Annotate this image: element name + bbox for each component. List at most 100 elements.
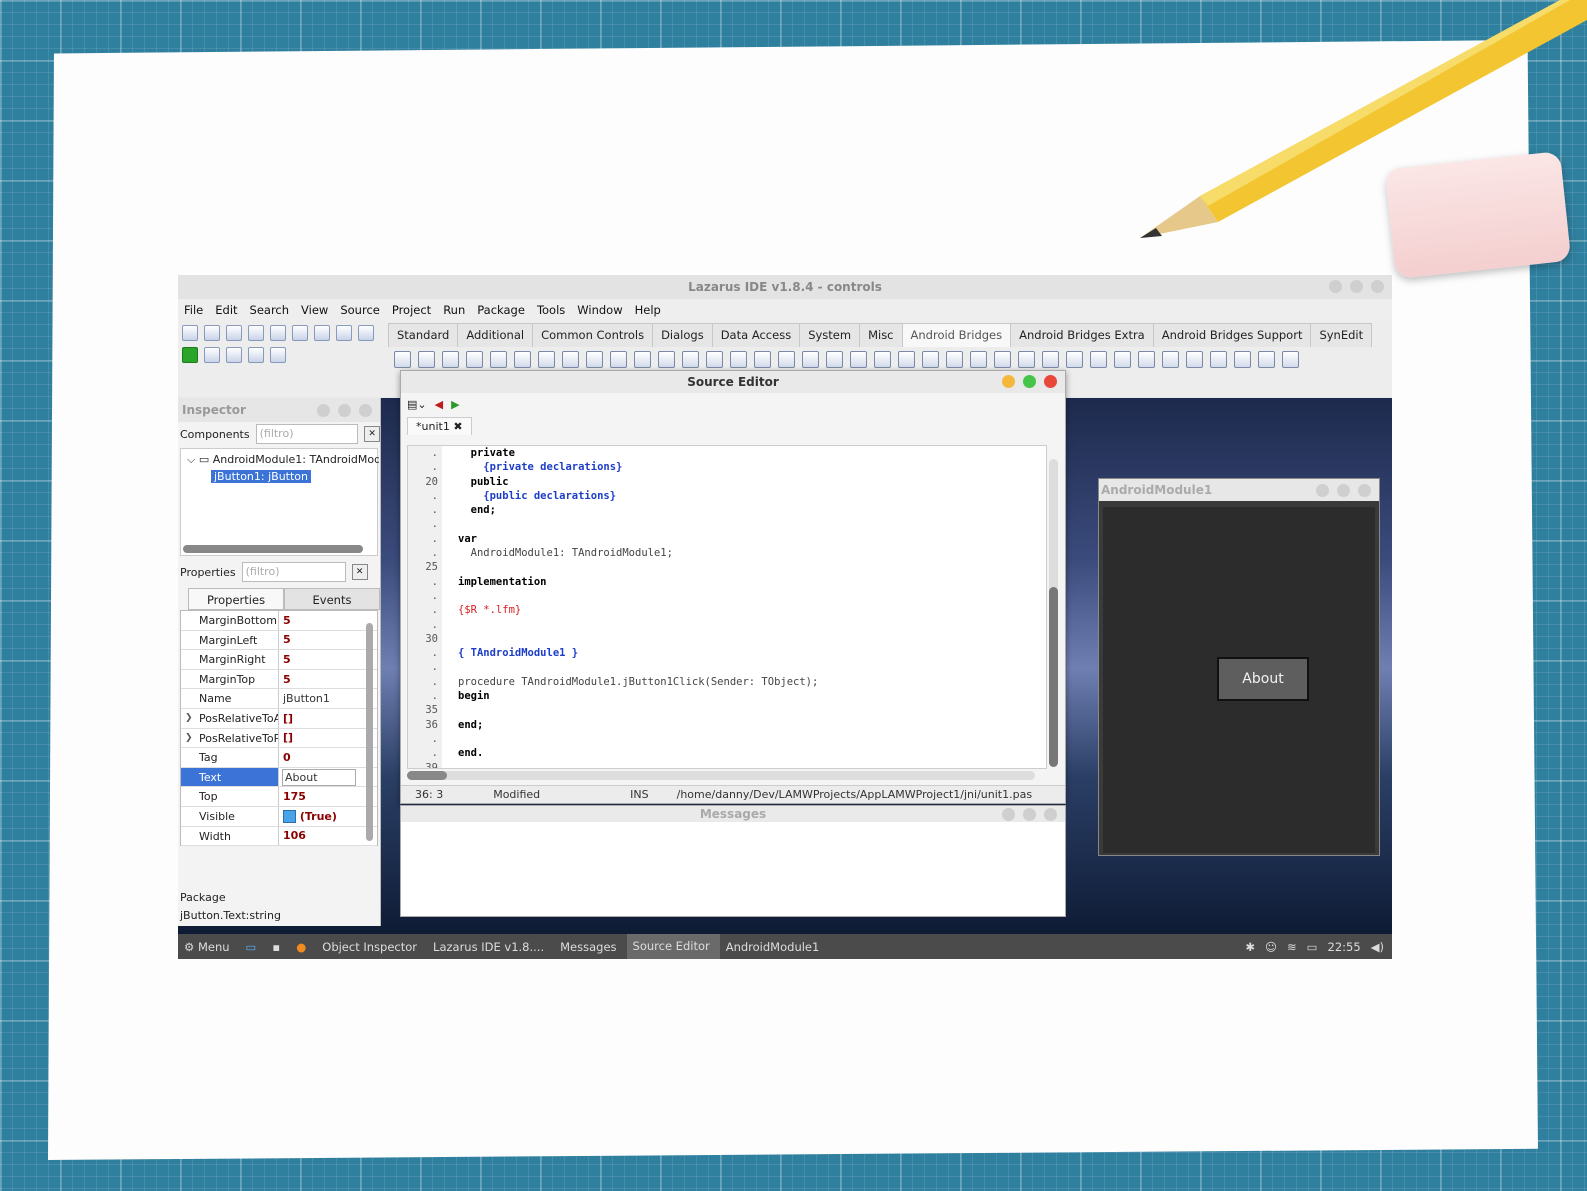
menu-project[interactable]: Project xyxy=(392,299,439,321)
component-icon[interactable] xyxy=(1162,351,1179,368)
component-icon[interactable] xyxy=(538,351,555,368)
terminal-icon[interactable]: ▪ xyxy=(266,940,290,954)
property-row[interactable]: Tag 0 xyxy=(181,748,377,768)
back-arrow-icon[interactable]: ◀ xyxy=(435,398,443,411)
component-icon[interactable] xyxy=(706,351,723,368)
component-icon[interactable] xyxy=(898,351,915,368)
component-icon[interactable] xyxy=(490,351,507,368)
run-icon[interactable] xyxy=(182,347,198,363)
property-value[interactable]: 175 xyxy=(279,787,306,806)
code-line[interactable]: procedure TAndroidModule1.jButton1Click(… xyxy=(458,675,1030,689)
component-icon[interactable] xyxy=(1234,351,1251,368)
component-icon[interactable] xyxy=(442,351,459,368)
start-menu-button[interactable]: ⚙ Menu xyxy=(178,940,240,954)
clear-filter-icon[interactable]: ✕ xyxy=(364,426,380,442)
property-value[interactable]: [] xyxy=(279,709,293,728)
code-line[interactable]: public xyxy=(458,475,1030,489)
property-value[interactable]: 5 xyxy=(279,650,291,669)
property-scrollbar[interactable] xyxy=(366,623,373,841)
tab-misc[interactable]: Misc xyxy=(859,323,903,347)
property-row[interactable]: MarginRight 5 xyxy=(181,650,377,670)
component-icon[interactable] xyxy=(1042,351,1059,368)
taskbar-android-module[interactable]: AndroidModule1 xyxy=(720,940,830,954)
star-icon[interactable] xyxy=(610,351,627,368)
code-line[interactable] xyxy=(458,618,1030,632)
code-line[interactable] xyxy=(458,732,1030,746)
close-button[interactable] xyxy=(1044,375,1057,388)
about-button[interactable]: About xyxy=(1217,657,1309,701)
component-icon[interactable] xyxy=(922,351,939,368)
code-line[interactable]: implementation xyxy=(458,575,1030,589)
expand-icon[interactable]: ❯ xyxy=(185,729,193,748)
taskbar-source-editor[interactable]: Source Editor xyxy=(626,934,720,959)
close-button[interactable] xyxy=(1371,280,1384,293)
component-icon[interactable] xyxy=(1066,351,1083,368)
code-line[interactable]: end; xyxy=(458,718,1030,732)
menu-view[interactable]: View xyxy=(301,299,336,321)
code-line[interactable] xyxy=(458,632,1030,646)
bluetooth-icon[interactable]: ✱ xyxy=(1245,940,1255,954)
component-icon[interactable] xyxy=(1282,351,1299,368)
build-icon[interactable] xyxy=(358,325,374,341)
close-tab-icon[interactable]: ✖ xyxy=(453,420,462,433)
new-form-icon[interactable] xyxy=(204,325,220,341)
menu-tools[interactable]: Tools xyxy=(537,299,573,321)
open-icon[interactable] xyxy=(226,325,242,341)
tab-android-bridges[interactable]: Android Bridges xyxy=(901,323,1012,347)
tab-additional[interactable]: Additional xyxy=(457,323,534,347)
property-row[interactable]: MarginLeft 5 xyxy=(181,630,377,651)
minimize-button[interactable] xyxy=(1002,375,1015,388)
property-row[interactable]: Visible (True) xyxy=(181,806,377,827)
code-editor[interactable]: .. 20..... 25.... 30.... 35 36.. 39 private {p… xyxy=(407,445,1047,769)
pause-icon[interactable] xyxy=(204,347,220,363)
editor-tab-unit1[interactable]: *unit1 ✖ xyxy=(407,417,472,435)
forward-arrow-icon[interactable]: ▶ xyxy=(451,398,459,411)
code-line[interactable]: { TAndroidModule1 } xyxy=(458,646,1030,660)
menu-package[interactable]: Package xyxy=(477,299,533,321)
pointer-icon[interactable] xyxy=(394,351,411,368)
code-line[interactable]: {private declarations} xyxy=(458,460,1030,474)
taskbar-messages[interactable]: Messages xyxy=(554,940,626,954)
component-icon[interactable] xyxy=(1018,351,1035,368)
property-row[interactable]: Name jButton1 xyxy=(181,689,377,709)
component-icon[interactable] xyxy=(802,351,819,368)
tree-item-jbutton1[interactable]: jButton1: jButton xyxy=(211,470,312,483)
property-row[interactable]: Top 175 xyxy=(181,787,377,807)
component-icon[interactable] xyxy=(850,351,867,368)
minimize-button[interactable] xyxy=(1002,808,1015,821)
property-row[interactable]: ❯ PosRelativeToAr[] xyxy=(181,708,377,729)
properties-filter-input[interactable]: (filtro) xyxy=(241,562,346,582)
component-icon[interactable] xyxy=(730,351,747,368)
component-icon[interactable] xyxy=(946,351,963,368)
tab-events[interactable]: Events xyxy=(284,588,380,610)
maximize-button[interactable] xyxy=(1350,280,1363,293)
code-line[interactable] xyxy=(458,589,1030,603)
code-line[interactable]: private xyxy=(458,446,1030,460)
unit-list-icon[interactable]: ▤⌄ xyxy=(407,398,427,411)
tab-properties[interactable]: Properties xyxy=(188,588,284,610)
component-icon[interactable] xyxy=(1114,351,1131,368)
code-line[interactable]: {$R *.lfm} xyxy=(458,603,1030,617)
view-units-icon[interactable] xyxy=(314,325,330,341)
code-line[interactable]: var xyxy=(458,532,1030,546)
component-icon[interactable] xyxy=(874,351,891,368)
property-row[interactable]: Width 106 xyxy=(181,826,377,847)
toggle-form-icon[interactable] xyxy=(292,325,308,341)
battery-icon[interactable]: ▭ xyxy=(1307,940,1318,954)
volume-icon[interactable]: ◀) xyxy=(1371,940,1384,954)
property-row[interactable]: MarginBottom 5 xyxy=(181,611,377,631)
maximize-button[interactable] xyxy=(1337,484,1350,497)
menu-search[interactable]: Search xyxy=(250,299,298,321)
component-icon[interactable] xyxy=(562,351,579,368)
component-icon[interactable] xyxy=(778,351,795,368)
save-icon[interactable] xyxy=(248,325,264,341)
step-over-icon[interactable] xyxy=(270,347,286,363)
code-line[interactable]: end; xyxy=(458,503,1030,517)
tree-scrollbar[interactable] xyxy=(183,545,363,553)
user-icon[interactable]: ☺ xyxy=(1265,940,1277,954)
code-line[interactable] xyxy=(458,560,1030,574)
editor-horizontal-scrollbar[interactable] xyxy=(407,771,1035,780)
property-value[interactable]: 5 xyxy=(279,670,291,689)
property-row[interactable]: ❯ PosRelativeToPa[] xyxy=(181,728,377,749)
component-icon[interactable] xyxy=(754,351,771,368)
